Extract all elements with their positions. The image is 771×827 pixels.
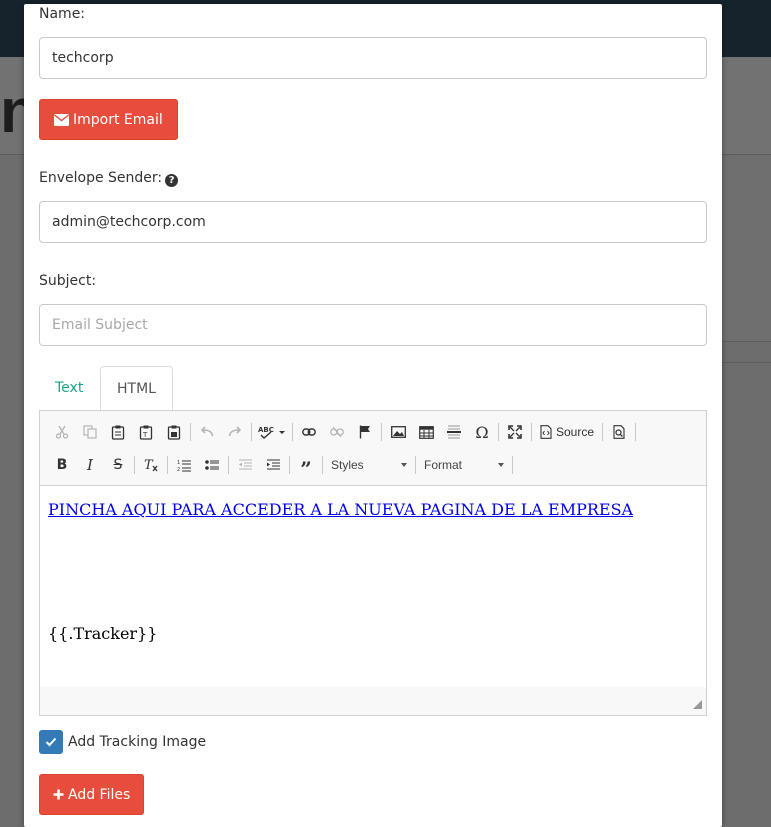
background-card-lower: [722, 362, 771, 827]
anchor-flag-icon[interactable]: [351, 420, 379, 444]
toolbar-separator: [381, 423, 382, 441]
format-label: Format: [424, 458, 463, 472]
toolbar-separator: [512, 456, 513, 474]
source-button[interactable]: Source: [534, 420, 600, 444]
add-files-label: Add Files: [68, 786, 131, 803]
background-card: [722, 156, 771, 342]
blockquote-icon[interactable]: ”: [292, 453, 320, 481]
editor-content[interactable]: PINCHA AQUI PARA ACCEDER A LA NUEVA PAGI…: [40, 486, 706, 687]
toolbar-separator: [602, 423, 604, 441]
envelope-icon: [54, 113, 69, 126]
paste-word-icon[interactable]: [160, 420, 188, 444]
italic-icon[interactable]: I: [76, 453, 104, 477]
toolbar-separator: [228, 456, 229, 474]
envelope-sender-label-row: Envelope Sender:?: [39, 170, 179, 187]
envelope-sender-label: Envelope Sender:: [39, 170, 163, 186]
add-tracking-image-row[interactable]: Add Tracking Image: [39, 730, 206, 754]
outdent-icon[interactable]: [231, 453, 259, 477]
paste-icon[interactable]: [104, 420, 132, 444]
table-icon[interactable]: [412, 420, 440, 444]
format-dropdown[interactable]: Format: [418, 453, 510, 477]
tracker-placeholder: {{.Tracker}}: [48, 624, 158, 643]
remove-format-icon[interactable]: T: [137, 453, 165, 477]
add-files-button[interactable]: Add Files: [39, 774, 145, 815]
link-icon[interactable]: [295, 420, 323, 444]
bold-icon[interactable]: B: [48, 453, 76, 477]
redo-icon[interactable]: [221, 420, 249, 444]
strikethrough-icon[interactable]: S: [104, 453, 132, 477]
toolbar-row-1: T ABC Ω Source: [48, 418, 638, 446]
phishing-link[interactable]: PINCHA AQUI PARA ACCEDER A LA NUEVA PAGI…: [48, 500, 633, 519]
chevron-down-icon: [401, 463, 407, 467]
toolbar-separator: [322, 456, 323, 474]
add-tracking-image-label: Add Tracking Image: [68, 734, 207, 750]
maximize-icon[interactable]: [501, 420, 529, 444]
plus-icon: [53, 789, 64, 800]
paste-text-icon[interactable]: T: [132, 420, 160, 444]
toolbar-separator: [289, 456, 290, 474]
svg-text:1: 1: [177, 460, 180, 466]
indent-icon[interactable]: [259, 453, 287, 477]
import-email-label: Import Email: [73, 111, 163, 128]
import-email-button[interactable]: Import Email: [39, 99, 178, 140]
toolbar-separator: [635, 423, 637, 441]
name-label: Name:: [39, 6, 86, 22]
toolbar-separator: [190, 423, 191, 441]
unlink-icon[interactable]: [323, 420, 351, 444]
resize-handle-icon[interactable]: [693, 700, 702, 709]
copy-icon[interactable]: [76, 420, 104, 444]
toolbar-separator: [415, 456, 416, 474]
image-icon[interactable]: [384, 420, 412, 444]
envelope-sender-input[interactable]: admin@techcorp.com: [39, 201, 707, 243]
styles-dropdown[interactable]: Styles: [325, 453, 413, 477]
toolbar-separator: [134, 456, 135, 474]
undo-icon[interactable]: [193, 420, 221, 444]
tab-text[interactable]: Text: [39, 366, 99, 411]
source-icon: [540, 425, 552, 439]
bulleted-list-icon[interactable]: [198, 453, 226, 477]
toolbar-separator: [498, 423, 499, 441]
toolbar-separator: [251, 423, 252, 441]
svg-text:T: T: [144, 458, 154, 472]
subject-input[interactable]: Email Subject: [39, 304, 707, 346]
toolbar-row-2: B I S T 12 ” Styles Format: [48, 451, 515, 481]
toolbar-separator: [167, 456, 168, 474]
chevron-down-icon: [498, 463, 504, 467]
toolbar-separator: [531, 423, 532, 441]
checkmark-icon: [45, 737, 57, 747]
tab-html[interactable]: HTML: [100, 366, 173, 412]
html-editor: T ABC Ω Source B I S T 1 2 ” Styles Form…: [39, 410, 707, 716]
name-input[interactable]: techcorp: [39, 37, 707, 79]
cut-icon[interactable]: [48, 420, 76, 444]
editor-toolbar: T ABC Ω Source B I S T 1 2 ” Styles Form…: [40, 411, 706, 486]
svg-text:2: 2: [177, 467, 180, 472]
numbered-list-icon[interactable]: 12: [170, 453, 198, 477]
add-tracking-image-checkbox[interactable]: [39, 730, 63, 754]
question-circle-icon[interactable]: ?: [165, 174, 179, 187]
spellcheck-icon[interactable]: ABC: [254, 420, 290, 444]
horizontal-line-icon[interactable]: [440, 420, 468, 444]
styles-label: Styles: [331, 458, 364, 472]
editor-tabs: Text HTML: [39, 366, 707, 412]
preview-icon[interactable]: [605, 420, 633, 444]
svg-text:T: T: [142, 431, 148, 439]
new-template-modal: Name: techcorp Import Email Envelope Sen…: [24, 4, 722, 827]
editor-statusbar: [40, 687, 706, 715]
special-char-icon[interactable]: Ω: [468, 420, 496, 444]
toolbar-separator: [292, 423, 293, 441]
source-label: Source: [556, 425, 595, 439]
subject-label: Subject:: [39, 273, 97, 289]
svg-text:ABC: ABC: [258, 426, 274, 434]
